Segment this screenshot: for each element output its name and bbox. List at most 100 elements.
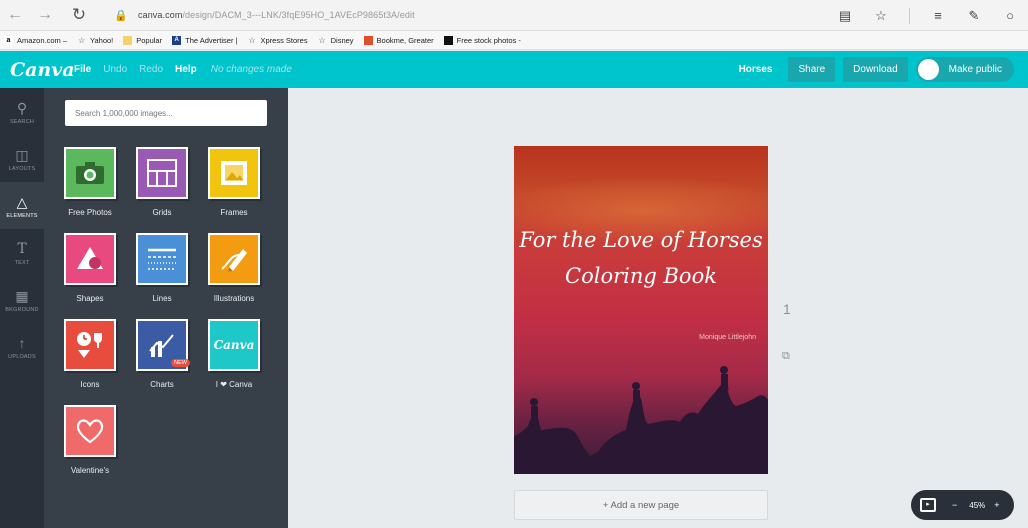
bookmark-disney[interactable]: ☆ Disney <box>318 36 354 45</box>
elements-icon: △ <box>16 193 28 210</box>
tile-label: Valentine's <box>70 466 110 475</box>
star-icon: ☆ <box>318 35 326 45</box>
zoom-control: ▸ − 45% + <box>911 490 1014 520</box>
lines-icon <box>136 233 188 285</box>
rail-label: SEARCH <box>9 118 35 125</box>
design-canvas-area: For the Love of Horses Coloring Book Mon… <box>288 88 1028 528</box>
text-icon: T <box>17 240 27 257</box>
tile-label: Icons <box>80 380 100 389</box>
tile-label: Shapes <box>76 294 104 303</box>
folder-icon <box>123 35 133 45</box>
canva-logo[interactable]: Canva <box>10 59 75 81</box>
shapes-icon <box>64 233 116 285</box>
forward-icon[interactable]: → <box>30 0 60 30</box>
rail-label: BKGROUND <box>5 306 39 313</box>
document-title[interactable]: Horses <box>739 64 773 75</box>
tile-lines[interactable]: Lines <box>136 233 192 303</box>
icons-icon <box>64 319 116 371</box>
bookmark-popular[interactable]: Popular <box>123 35 162 45</box>
page-number: 1 <box>783 301 791 317</box>
frame-icon <box>208 147 260 199</box>
bookmark-advertiser[interactable]: A The Advertiser | <box>172 35 238 45</box>
amazon-icon: a <box>4 35 13 45</box>
share-button[interactable]: Share <box>788 57 836 82</box>
cover-title-line1: For the Love of Horses <box>519 228 763 252</box>
hub-icon[interactable]: ≡ <box>930 8 946 23</box>
bookmark-amazon[interactable]: a Amazon.com – <box>4 35 67 45</box>
tile-icons[interactable]: Icons <box>64 319 120 389</box>
tile-free-photos[interactable]: Free Photos <box>64 147 120 217</box>
editor-header: Canva File Undo Redo Help No changes mad… <box>0 51 1028 88</box>
save-status: No changes made <box>210 64 292 75</box>
heart-icon <box>64 405 116 457</box>
present-icon[interactable]: ▸ <box>920 498 936 512</box>
canva-logo-icon: Canva <box>208 319 260 371</box>
share-icon[interactable]: ○ <box>1002 8 1018 23</box>
rail-item-text[interactable]: T TEXT <box>0 229 44 276</box>
search-icon: ⚲ <box>16 99 28 116</box>
rail-item-search[interactable]: ⚲ SEARCH <box>0 88 44 135</box>
rail-item-layouts[interactable]: ◫ LAYOUTS <box>0 135 44 182</box>
bookme-icon <box>363 35 373 45</box>
favorite-star-icon[interactable]: ☆ <box>873 8 889 24</box>
redo-button[interactable]: Redo <box>139 64 163 75</box>
grid-icon <box>136 147 188 199</box>
bookmark-free-stock[interactable]: Free stock photos - <box>443 35 521 45</box>
zoom-level: 45% <box>969 500 986 510</box>
tile-frames[interactable]: Frames <box>208 147 264 217</box>
tile-shapes[interactable]: Shapes <box>64 233 120 303</box>
add-page-button[interactable]: + Add a new page <box>514 490 768 520</box>
tile-label: Grids <box>152 208 172 217</box>
back-icon[interactable]: ← <box>0 0 30 30</box>
image-search-input[interactable] <box>65 100 267 126</box>
side-rail: ⚲ SEARCH ◫ LAYOUTS △ ELEMENTS T TEXT ▦ B… <box>0 88 44 528</box>
undo-button[interactable]: Undo <box>103 64 127 75</box>
uploads-icon: ↑ <box>18 334 26 351</box>
tile-label: I ❤ Canva <box>215 380 253 389</box>
tile-grids[interactable]: Grids <box>136 147 192 217</box>
make-public-toggle[interactable]: Make public <box>915 57 1014 82</box>
cover-author[interactable]: Monique Littlejohn <box>699 334 756 341</box>
rail-item-uploads[interactable]: ↑ UPLOADS <box>0 323 44 370</box>
star-icon: ☆ <box>77 35 86 45</box>
lock-icon: 🔒 <box>114 9 128 22</box>
rail-label: ELEMENTS <box>6 212 38 219</box>
elements-panel: Free Photos Grids Frames Shapes Lines <box>44 88 288 528</box>
canva-tile-text: Canva <box>213 338 255 352</box>
star-icon: ☆ <box>248 35 256 45</box>
new-badge: NEW <box>171 359 190 367</box>
reading-view-icon[interactable]: ▤ <box>837 8 853 24</box>
help-menu[interactable]: Help <box>175 64 197 75</box>
rail-label: LAYOUTS <box>8 165 36 172</box>
rail-label: UPLOADS <box>8 353 36 360</box>
zoom-in-button[interactable]: + <box>994 500 999 510</box>
tile-label: Charts <box>150 380 174 389</box>
tile-valentines[interactable]: Valentine's <box>64 405 120 475</box>
web-note-icon[interactable]: ✎ <box>966 8 982 24</box>
tile-illustrations[interactable]: Illustrations <box>208 233 264 303</box>
bookmark-xpress[interactable]: ☆ Xpress Stores <box>248 35 307 45</box>
address-bar[interactable]: 🔒 canva.com/design/DACM_3---LNK/3fqE95HO… <box>114 2 874 28</box>
tile-label: Free Photos <box>68 208 112 217</box>
pencil-icon <box>208 233 260 285</box>
file-menu[interactable]: File <box>74 64 91 75</box>
reload-icon[interactable]: ↻ <box>64 0 94 30</box>
tile-i-love-canva[interactable]: Canva I ❤ Canva <box>208 319 264 389</box>
tile-label: Lines <box>152 294 172 303</box>
bookmark-yahoo[interactable]: ☆ Yahoo! <box>77 36 113 45</box>
zoom-out-button[interactable]: − <box>952 500 957 510</box>
bookmarks-bar: a Amazon.com – ☆ Yahoo! Popular A The Adver… <box>0 31 1028 50</box>
bookmark-bookme[interactable]: Bookme, Greater <box>363 35 434 45</box>
cover-title[interactable]: For the Love of Horses Coloring Book <box>514 222 768 294</box>
copy-page-icon[interactable]: ⧉ <box>782 350 790 363</box>
design-page[interactable]: For the Love of Horses Coloring Book Mon… <box>514 146 768 474</box>
free-stock-icon <box>443 35 453 45</box>
tile-label: Illustrations <box>213 294 255 303</box>
download-button[interactable]: Download <box>843 57 908 82</box>
rail-label: TEXT <box>14 259 30 266</box>
rail-item-background[interactable]: ▦ BKGROUND <box>0 276 44 323</box>
cover-title-line2: Coloring Book <box>565 264 717 288</box>
rail-item-elements[interactable]: △ ELEMENTS <box>0 182 44 229</box>
tile-charts[interactable]: NEW Charts <box>136 319 192 389</box>
layouts-icon: ◫ <box>15 146 29 163</box>
